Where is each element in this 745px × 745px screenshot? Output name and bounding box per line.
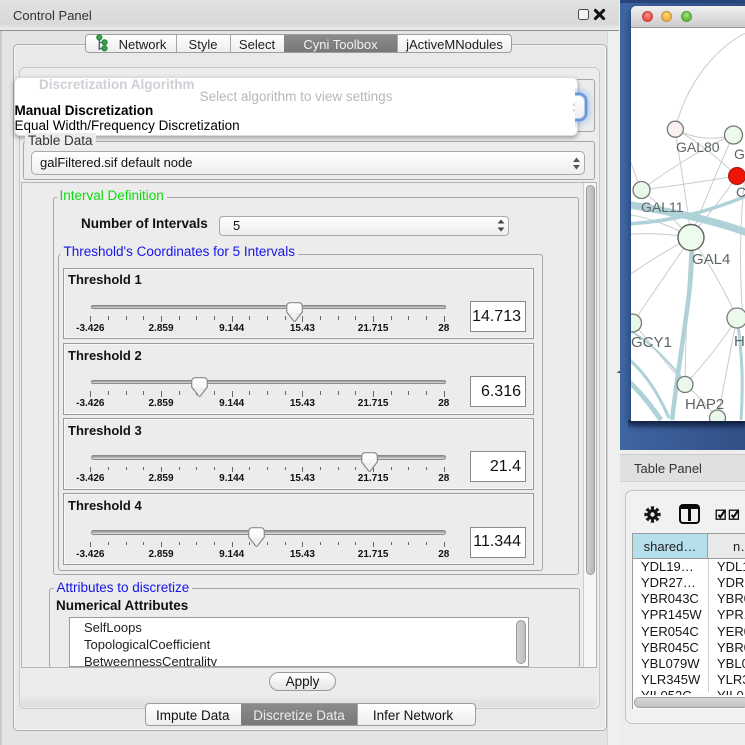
svg-text:C: C (736, 184, 745, 200)
svg-text:GAL80: GAL80 (676, 139, 720, 155)
svg-text:GAL4: GAL4 (692, 251, 730, 268)
svg-text:HAP2: HAP2 (685, 396, 724, 413)
svg-text:GAL11: GAL11 (641, 199, 684, 215)
svg-text:H: H (734, 333, 745, 350)
svg-text:G: G (734, 146, 745, 162)
svg-text:GCY1: GCY1 (631, 334, 672, 351)
